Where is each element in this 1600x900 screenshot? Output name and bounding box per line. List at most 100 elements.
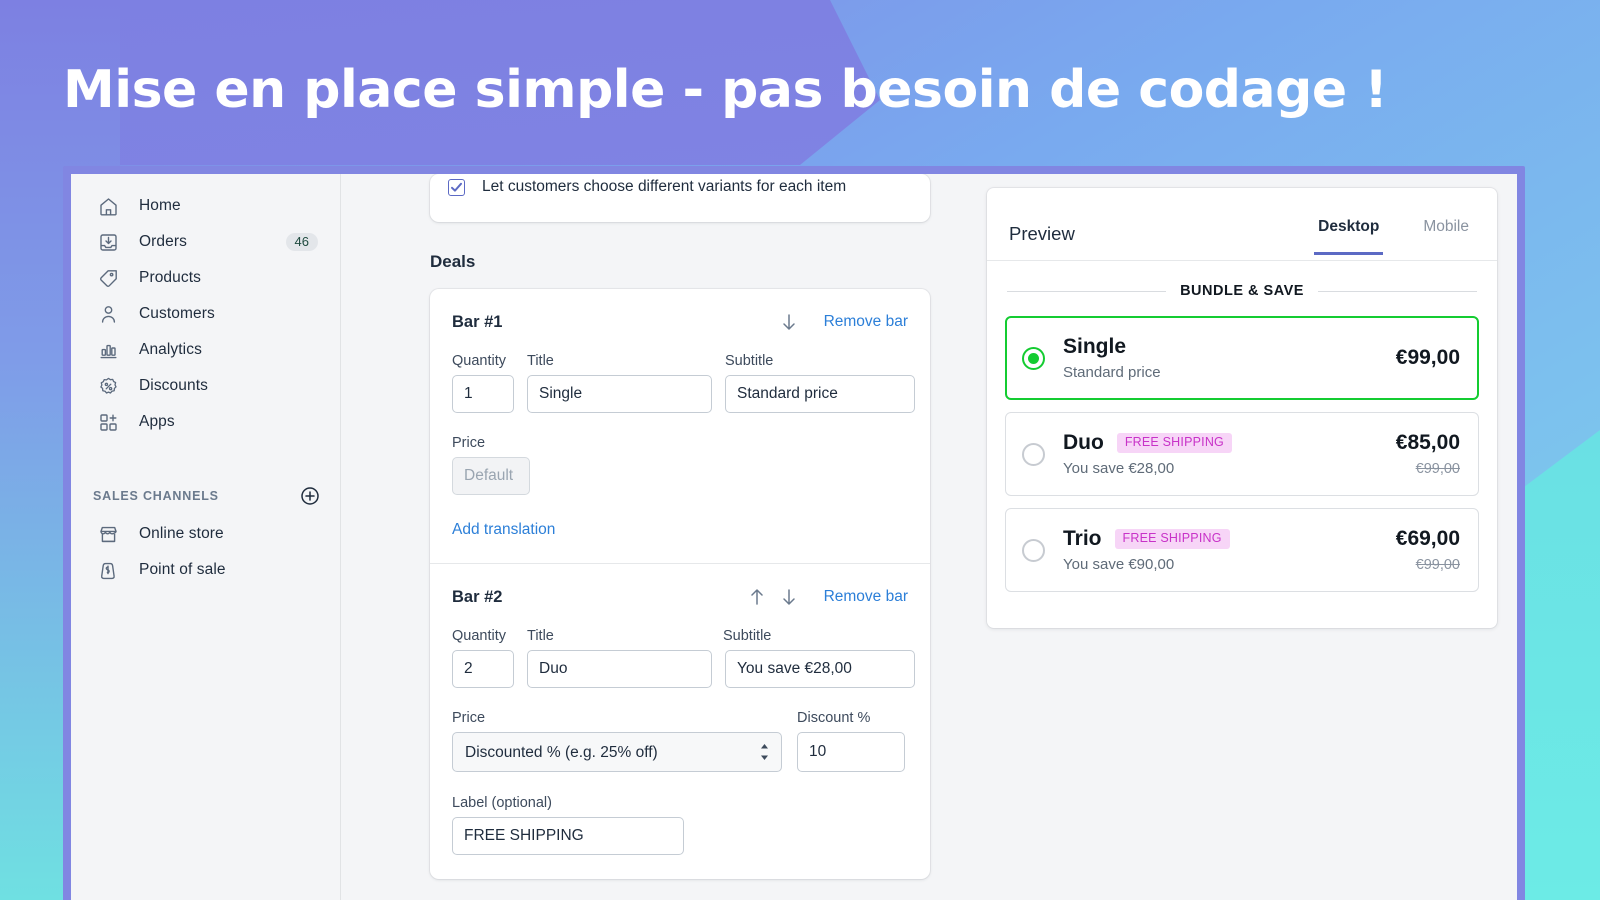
bar-1-price-input [452,457,530,495]
bundle-option-pricing: €85,00 €99,00 [1396,431,1460,477]
apps-grid-plus-icon [97,411,119,433]
bundle-option-old-price: €99,00 [1415,461,1460,477]
bar-2-quantity-input[interactable] [452,650,514,688]
products-tag-icon [97,267,119,289]
bar-2-price-type-select[interactable]: Discounted % (e.g. 25% off) [452,732,782,772]
bundle-option-title-row: Duo FREE SHIPPING [1063,431,1396,455]
add-translation-link-1[interactable]: Add translation [452,521,908,539]
preview-title: Preview [1009,223,1075,244]
bar-1-title: Bar #1 [452,312,503,331]
bar-2-subtitle-input[interactable] [725,650,915,688]
divider-left [1007,290,1167,292]
bundle-option-main: Trio FREE SHIPPING You save €90,00 [1063,527,1396,573]
radio-button-icon[interactable] [1022,538,1045,562]
tab-desktop[interactable]: Desktop [1314,218,1384,255]
preview-header: Preview Desktop Mobile [987,188,1497,261]
bar-2-quantity-label: Quantity [452,628,506,644]
sidebar-item-analytics[interactable]: Analytics [79,332,332,368]
bundle-option-name: Single [1063,335,1127,358]
online-store-icon [97,523,119,545]
sidebar-item-online-store[interactable]: Online store [79,516,332,552]
bundle-option-old-price: €99,00 [1415,557,1460,573]
sidebar-item-customers[interactable]: Customers [79,296,332,332]
bar-1-title-label: Title [527,353,554,369]
sidebar-item-apps[interactable]: Apps [79,404,332,440]
plus-circle-icon[interactable] [300,486,320,506]
sales-channels-header: SALES CHANNELS [71,484,340,508]
free-shipping-badge: FREE SHIPPING [1116,433,1232,453]
tab-mobile[interactable]: Mobile [1419,218,1473,255]
bundle-option-name: Duo [1063,431,1104,454]
bar-block-2: Bar #2 Remove bar Quantity Title Subtitl… [430,563,930,879]
bar-2-discount-label: Discount % [797,710,871,726]
bundle-option-price: €85,00 [1395,431,1460,454]
sidebar-item-label: Point of sale [139,561,226,578]
sidebar-item-badge: 46 [285,233,318,251]
sidebar-item-discounts[interactable]: Discounts [79,368,332,404]
bar-2-label-optional-label: Label (optional) [452,795,552,811]
bar-2-title-input[interactable] [527,650,712,688]
free-shipping-badge: FREE SHIPPING [1114,529,1230,549]
preview-card: Preview Desktop Mobile BUNDLE & SAVE Sin… [987,188,1497,628]
bar-2-header: Bar #2 Remove bar [452,584,908,610]
sidebar-item-label: Online store [139,525,224,542]
sidebar-item-label: Products [139,269,201,286]
sidebar-item-orders[interactable]: Orders 46 [79,224,332,260]
sidebar-item-label: Home [139,197,181,214]
bar-1-price-label: Price [452,435,486,451]
variants-checkbox-row[interactable]: Let customers choose different variants … [448,178,846,196]
remove-bar-2-link[interactable]: Remove bar [824,588,908,606]
bar-2-price-label: Price [452,710,486,726]
discounts-percent-icon [97,375,119,397]
variants-checkbox-label: Let customers choose different variants … [482,178,847,195]
preview-column: Preview Desktop Mobile BUNDLE & SAVE Sin… [953,174,1517,900]
bar-1-header: Bar #1 Remove bar [452,309,908,335]
customers-person-icon [97,303,119,325]
promo-banner: Mise en place simple - pas besoin de cod… [0,0,1600,900]
sidebar: Home Orders 46 Products Customers Analytics Di… [71,174,341,900]
move-down-icon[interactable] [776,584,802,610]
sidebar-item-products[interactable]: Products [79,260,332,296]
bar-1-quantity-input[interactable] [452,375,514,413]
bundle-option-subtitle: Standard price [1063,364,1161,381]
sidebar-item-home[interactable]: Home [79,188,332,224]
bar-2-label-input[interactable] [452,817,684,855]
bundle-option-pricing: €69,00 €99,00 [1396,527,1460,573]
move-down-icon[interactable] [776,309,802,335]
sidebar-item-label: Customers [139,305,215,322]
bar-2-title-label: Title [527,628,554,644]
variants-card: Let customers choose different variants … [430,174,930,222]
bundle-option-pricing: €99,00 [1396,346,1460,370]
bundle-option-subtitle: You save €28,00 [1063,460,1175,477]
bundle-option-price: €69,00 [1395,527,1460,550]
move-up-icon[interactable] [744,584,770,610]
sidebar-item-label: Orders [139,233,187,250]
bundle-option-subtitle: You save €90,00 [1063,556,1175,573]
page-title: Mise en place simple - pas besoin de cod… [63,60,1388,120]
bundle-option-row[interactable]: Trio FREE SHIPPING You save €90,00 €69,00 €9… [1005,508,1479,592]
deals-heading: Deals [430,252,476,271]
bar-2-discount-input[interactable] [797,732,905,772]
bar-block-1: Bar #1 Remove bar Quantity Title Subtitl… [430,289,930,563]
bundle-option-main: Duo FREE SHIPPING You save €28,00 [1063,431,1396,477]
remove-bar-1-link[interactable]: Remove bar [824,313,908,331]
sales-channels-title: SALES CHANNELS [93,489,219,503]
radio-button-icon[interactable] [1022,442,1045,466]
main-content: Let customers choose different variants … [341,174,953,900]
radio-button-icon[interactable] [1022,346,1045,370]
bundle-option-title-row: Trio FREE SHIPPING [1063,527,1396,551]
point-of-sale-icon [97,559,119,581]
bundle-option-name: Trio [1063,527,1102,550]
deals-card: Bar #1 Remove bar Quantity Title Subtitl… [430,289,930,879]
orders-icon [97,231,119,253]
sidebar-item-point-of-sale[interactable]: Point of sale [79,552,332,588]
bar-1-title-input[interactable] [527,375,712,413]
bundle-option-row[interactable]: Single Standard price €99,00 [1005,316,1479,400]
bar-1-subtitle-label: Subtitle [725,353,774,369]
variants-checkbox[interactable] [448,178,465,196]
bundle-option-price: €99,00 [1395,346,1460,369]
sidebar-item-label: Analytics [139,341,202,358]
bundle-option-main: Single Standard price [1063,335,1396,381]
bundle-option-row[interactable]: Duo FREE SHIPPING You save €28,00 €85,00 €99… [1005,412,1479,496]
bar-1-subtitle-input[interactable] [725,375,915,413]
